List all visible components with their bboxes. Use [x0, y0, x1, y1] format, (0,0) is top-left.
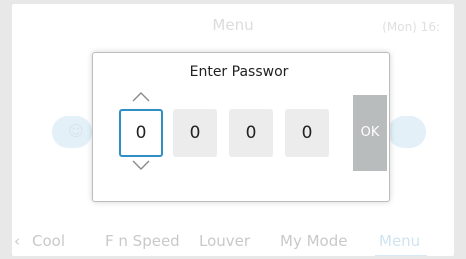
password-digit-4[interactable]: 0 — [285, 109, 329, 157]
increment-up-arrow-icon[interactable] — [131, 89, 151, 103]
ok-button[interactable]: OK — [353, 95, 387, 171]
clock-readout: (Mon) 16: — [382, 20, 440, 34]
background-right-pill — [388, 116, 426, 148]
thermostat-screen: Menu (Mon) 16: ☺ ‹ Cool F n Speed Louver… — [0, 0, 466, 259]
nav-item-cool[interactable]: Cool — [32, 232, 65, 250]
nav-item-fan-speed[interactable]: F n Speed — [105, 232, 180, 250]
nav-item-menu[interactable]: Menu — [379, 232, 420, 250]
nav-item-louver[interactable]: Louver — [199, 232, 250, 250]
dialog-title: Enter Passwor — [189, 64, 289, 80]
password-digit-1[interactable]: 0 — [119, 109, 163, 157]
bottom-nav-bar: ‹ Cool F n Speed Louver My Mode Menu — [12, 230, 454, 256]
password-dialog: Enter Passwor 0 0 0 0 OK — [92, 52, 390, 202]
decrement-down-arrow-icon[interactable] — [131, 159, 151, 173]
nav-prev-chevron-icon[interactable]: ‹ — [14, 232, 20, 250]
user-icon: ☺ — [68, 122, 84, 140]
password-digit-2[interactable]: 0 — [173, 109, 217, 157]
nav-active-underline — [375, 255, 427, 256]
password-digit-3[interactable]: 0 — [229, 109, 273, 157]
nav-item-my-mode[interactable]: My Mode — [280, 232, 347, 250]
